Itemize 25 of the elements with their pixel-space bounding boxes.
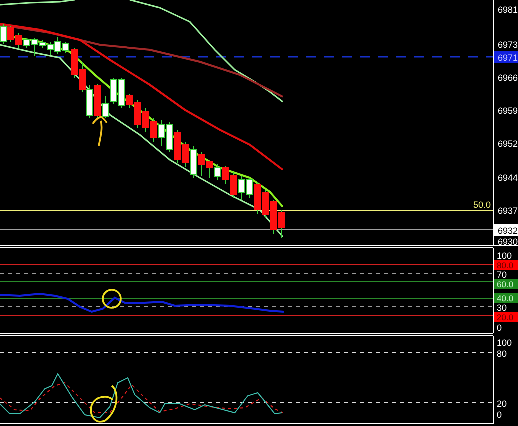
hand-drawn-circle — [102, 289, 122, 309]
oscillator-axis-label: 20 — [497, 399, 508, 409]
price-axis-label: 6966 — [498, 73, 518, 83]
price-axis-label: 6930 — [498, 237, 518, 247]
oscillator-axis-label: 100 — [497, 251, 512, 261]
oscillator-axis-label: 30 — [497, 303, 508, 313]
level-tag-label: 20.0 — [497, 312, 514, 322]
hand-drawn-arrow-drawing — [92, 116, 108, 147]
oscillator-axis-label: 70 — [497, 270, 508, 280]
price-axis-label: 6937 — [498, 206, 518, 216]
oscillator-axis-label: 0 — [497, 323, 502, 333]
level-tag-label: 40.0 — [497, 294, 514, 304]
level-tag-label: 80.0 — [497, 260, 514, 270]
oscillator-axis-label: 80 — [497, 349, 508, 359]
price-axis-label: 6944 — [498, 173, 518, 183]
oscillator-axis-label: 0 — [497, 410, 502, 420]
oscillator-axis-label: 100 — [497, 338, 512, 348]
price-axis-label: 6952 — [498, 139, 518, 149]
level-tag-label: 60.0 — [497, 280, 514, 290]
level-label: 50.0 — [473, 200, 491, 210]
price-axis-label: 6981 — [498, 5, 518, 15]
price-axis-label: 6959 — [498, 106, 518, 116]
price-tag: 6971 — [494, 51, 518, 63]
last-price-tag: 6932 — [494, 224, 518, 236]
price-axis-label: 6973 — [498, 40, 518, 50]
